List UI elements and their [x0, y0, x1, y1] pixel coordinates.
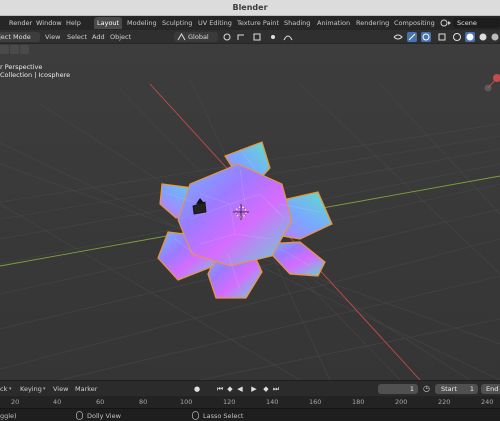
menu-keying[interactable]: Keying	[20, 385, 42, 393]
ruler-tick: 160	[309, 398, 322, 406]
tab-uv-editing[interactable]: UV Editing	[195, 17, 235, 29]
snap-target-icon[interactable]	[252, 32, 262, 42]
tab-rendering[interactable]: Rendering	[353, 17, 392, 29]
menu-timeline-view[interactable]: View	[53, 385, 68, 393]
menu-help[interactable]: Help	[66, 19, 81, 27]
ruler-tick: 80	[139, 398, 148, 406]
top-menubar: Render Window Help Layout Modeling Sculp…	[0, 16, 500, 30]
gizmo-icon[interactable]	[407, 32, 417, 42]
current-frame-value: 1	[409, 385, 414, 393]
ruler-tick: 140	[266, 398, 279, 406]
shading-rendered-icon[interactable]	[490, 32, 500, 42]
scene-selector[interactable]: Scene	[453, 18, 500, 28]
shading-solid-icon[interactable]	[465, 32, 475, 42]
mode-dropdown[interactable]: ject Mode	[0, 32, 40, 42]
select-subtract-icon[interactable]	[20, 45, 29, 54]
ruler-tick: 120	[223, 398, 236, 406]
jump-next-keyframe-icon[interactable]: ◆	[262, 385, 270, 393]
record-icon[interactable]: ●	[193, 385, 201, 393]
ruler-tick: 200	[395, 398, 408, 406]
window-title: Blender	[232, 3, 268, 12]
current-frame-field[interactable]: 1	[378, 384, 418, 394]
start-frame-label: Start	[441, 385, 457, 393]
menu-view[interactable]: View	[45, 33, 60, 41]
proportional-edit-icon[interactable]	[268, 32, 278, 42]
select-box-icon[interactable]	[0, 45, 9, 54]
ruler-tick: 60	[96, 398, 105, 406]
status-left-hint: ggle)	[0, 412, 17, 420]
viewport-perspective-label: r Perspective	[0, 63, 43, 71]
3d-viewport[interactable]: r Perspective Collection | Icosphere	[0, 44, 500, 380]
timeline-header: ck ▾ Keying ▾ View Marker ● ⏮ ◆ ◀ ▶ ◆ ⏭ …	[0, 380, 500, 396]
clock-icon[interactable]: ◷	[423, 384, 430, 393]
xray-icon[interactable]	[437, 32, 447, 42]
window-titlebar: Blender	[0, 0, 500, 16]
viewport-header: ject Mode View Select Add Object Global	[0, 30, 500, 44]
tab-modeling[interactable]: Modeling	[124, 17, 160, 29]
timeline-ruler[interactable]: 20 40 60 80 100 120 140 160 180 200 220 …	[0, 396, 500, 408]
mode-label: ject Mode	[0, 33, 31, 41]
play-reverse-icon[interactable]: ◀	[236, 385, 244, 393]
chevron-down-icon[interactable]: ▾	[43, 386, 46, 392]
scene-icon[interactable]	[440, 18, 452, 28]
scene-name: Scene	[457, 19, 477, 27]
ruler-tick: 220	[438, 398, 451, 406]
select-extend-icon[interactable]	[10, 45, 19, 54]
mouse-icon	[192, 411, 199, 420]
tab-sculpting[interactable]: Sculpting	[159, 17, 195, 29]
tab-animation[interactable]: Animation	[314, 17, 353, 29]
start-frame-value: 1	[469, 385, 474, 393]
menu-window[interactable]: Window	[36, 19, 62, 27]
falloff-icon[interactable]	[283, 32, 293, 42]
viewport-canvas[interactable]	[0, 44, 500, 380]
menu-add[interactable]: Add	[92, 33, 105, 41]
ruler-tick: 100	[180, 398, 193, 406]
ruler-tick: 20	[11, 398, 20, 406]
jump-end-icon[interactable]: ⏭	[272, 385, 280, 393]
tab-layout[interactable]: Layout	[94, 17, 123, 29]
orientation-label: Global	[188, 33, 209, 41]
tab-shading[interactable]: Shading	[281, 17, 313, 29]
overlays-icon[interactable]	[421, 32, 431, 42]
status-middle-hint: Dolly View	[87, 412, 121, 420]
ruler-tick: 180	[352, 398, 365, 406]
end-frame-field[interactable]: End	[481, 384, 500, 394]
status-right-hint: Lasso Select	[203, 412, 244, 420]
menu-select[interactable]: Select	[67, 33, 87, 41]
jump-start-icon[interactable]: ⏮	[216, 385, 224, 393]
viewport-collection-label: Collection | Icosphere	[0, 71, 71, 79]
status-bar: ggle) Dolly View Lasso Select	[0, 408, 500, 421]
ruler-tick: 40	[53, 398, 62, 406]
snap-icon[interactable]	[236, 32, 246, 42]
transform-orientation-dropdown[interactable]: Global	[174, 32, 218, 42]
pivot-icon[interactable]	[222, 32, 232, 42]
tab-texture-paint[interactable]: Texture Paint	[234, 17, 282, 29]
start-frame-field[interactable]: Start 1	[435, 384, 478, 394]
shading-material-icon[interactable]	[478, 32, 488, 42]
shading-wireframe-icon[interactable]	[452, 32, 462, 42]
mouse-icon	[76, 411, 83, 420]
visibility-icon[interactable]	[393, 32, 403, 42]
menu-render[interactable]: Render	[9, 19, 32, 27]
ruler-tick: 240	[481, 398, 494, 406]
play-icon[interactable]: ▶	[250, 385, 258, 393]
menu-playback[interactable]: ck	[0, 385, 7, 393]
menu-object[interactable]: Object	[110, 33, 131, 41]
tab-compositing[interactable]: Compositing	[391, 17, 438, 29]
jump-prev-keyframe-icon[interactable]: ◆	[226, 385, 234, 393]
menu-marker[interactable]: Marker	[75, 385, 97, 393]
end-frame-label: End	[486, 385, 499, 393]
chevron-down-icon[interactable]: ▾	[9, 386, 12, 392]
orientation-icon	[177, 33, 186, 41]
